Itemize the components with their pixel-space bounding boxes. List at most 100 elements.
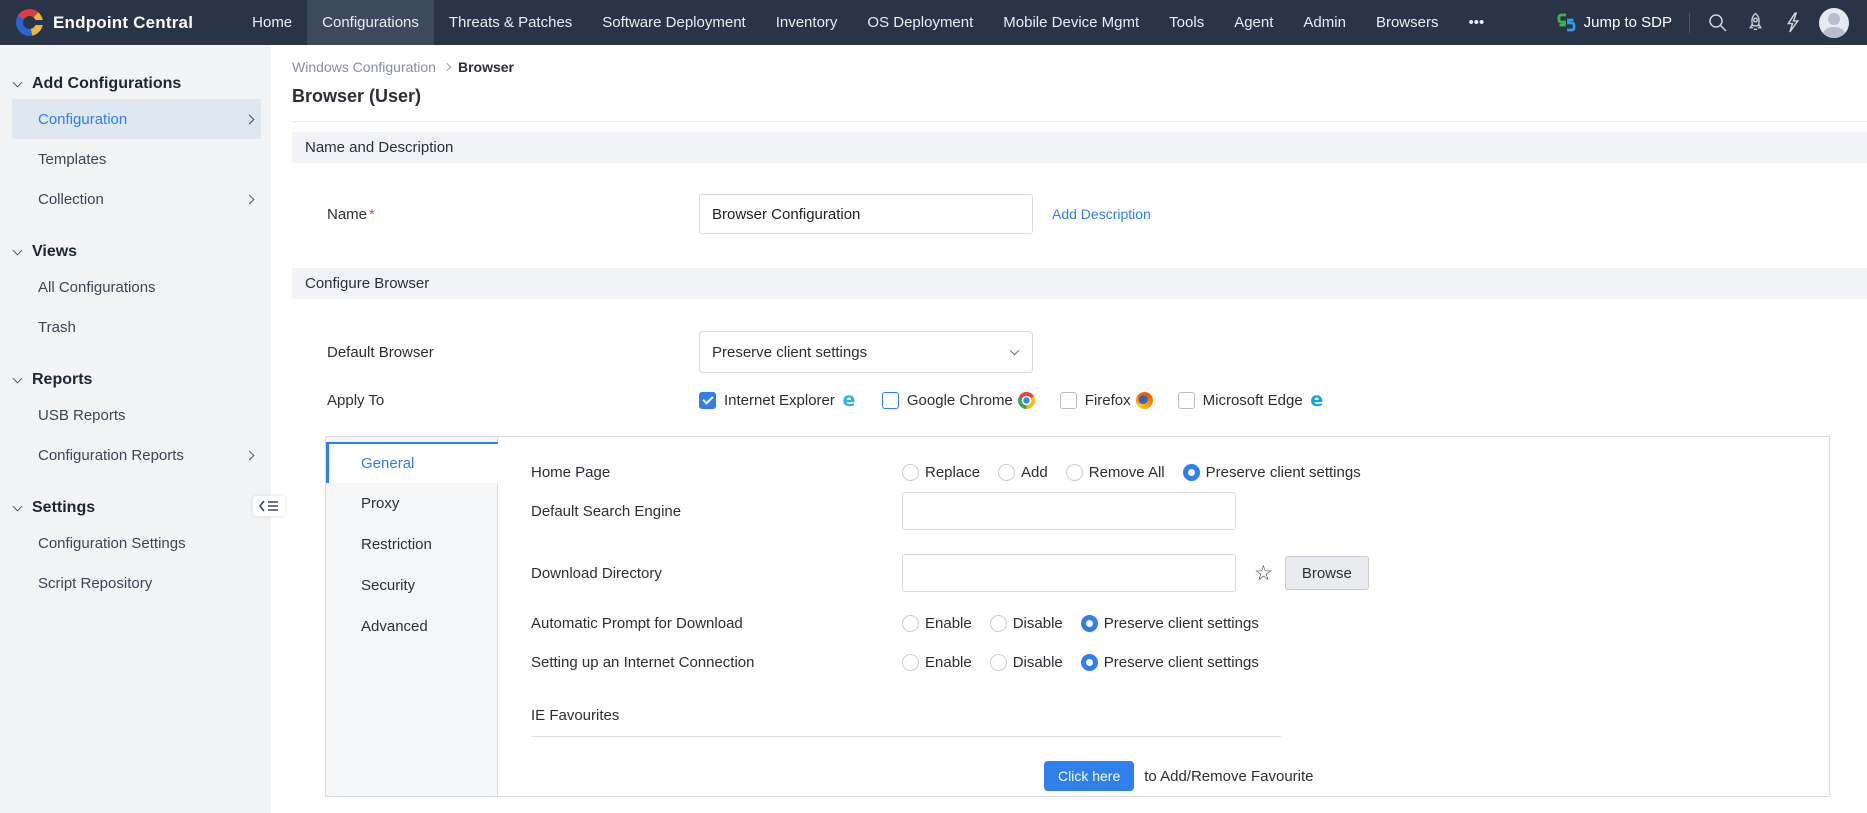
quick-actions-lightning-icon[interactable] bbox=[1783, 12, 1802, 33]
default-browser-label: Default Browser bbox=[327, 344, 699, 361]
radio-selected-icon bbox=[1081, 654, 1098, 671]
radio-disable[interactable]: Disable bbox=[990, 615, 1063, 632]
radio-enable[interactable]: Enable bbox=[902, 615, 972, 632]
sidebar-section-settings: Settings Configuration Settings Script R… bbox=[0, 493, 271, 603]
radio-add[interactable]: Add bbox=[998, 464, 1048, 481]
download-directory-row: Download Directory ☆ Browse bbox=[531, 554, 1829, 592]
nav-right-controls: Jump to SDP bbox=[1557, 0, 1867, 45]
nav-item-tools[interactable]: Tools bbox=[1154, 0, 1219, 45]
radio-preserve-client-settings[interactable]: Preserve client settings bbox=[1081, 615, 1259, 632]
user-avatar[interactable] bbox=[1819, 8, 1849, 38]
nav-item-home[interactable]: Home bbox=[237, 0, 307, 45]
radio-label: Preserve client settings bbox=[1206, 464, 1361, 481]
checkbox-unchecked-icon bbox=[1060, 392, 1077, 409]
name-row: Name* Add Description bbox=[292, 194, 1867, 234]
checkbox-internet-explorer[interactable]: Internet Explorer e bbox=[699, 391, 858, 409]
checkbox-microsoft-edge[interactable]: Microsoft Edge e bbox=[1178, 391, 1326, 409]
nav-item-admin[interactable]: Admin bbox=[1288, 0, 1361, 45]
nav-item-inventory[interactable]: Inventory bbox=[761, 0, 853, 45]
name-label-text: Name bbox=[327, 206, 367, 223]
checkbox-google-chrome[interactable]: Google Chrome bbox=[882, 391, 1036, 409]
title-divider bbox=[292, 121, 1867, 122]
add-description-link[interactable]: Add Description bbox=[1052, 206, 1151, 222]
internet-explorer-icon: e bbox=[840, 391, 858, 409]
checkbox-unchecked-icon bbox=[1178, 392, 1195, 409]
radio-selected-icon bbox=[1081, 615, 1098, 632]
radio-unselected-icon bbox=[902, 464, 919, 481]
sidebar-item-configuration-reports[interactable]: Configuration Reports bbox=[0, 435, 271, 475]
sidebar-item-configuration-settings[interactable]: Configuration Settings bbox=[0, 523, 271, 563]
automatic-prompt-radio-group: Enable Disable Preserve client settings bbox=[902, 615, 1259, 632]
nav-item-os-deployment[interactable]: OS Deployment bbox=[852, 0, 988, 45]
nav-item-configurations[interactable]: Configurations bbox=[307, 0, 434, 45]
breadcrumb: Windows Configuration Browser bbox=[292, 59, 1867, 75]
sidebar-header-label: Add Configurations bbox=[32, 75, 181, 93]
sidebar-item-label: Script Repository bbox=[38, 575, 152, 592]
radio-selected-icon bbox=[1183, 464, 1200, 481]
tab-restriction[interactable]: Restriction bbox=[326, 524, 497, 565]
sidebar-item-templates[interactable]: Templates bbox=[0, 139, 271, 179]
favourite-star-icon[interactable]: ☆ bbox=[1254, 563, 1273, 584]
radio-disable[interactable]: Disable bbox=[990, 654, 1063, 671]
breadcrumb-parent[interactable]: Windows Configuration bbox=[292, 59, 436, 75]
checkbox-label: Firefox bbox=[1085, 392, 1131, 409]
sidebar-item-configuration[interactable]: Configuration bbox=[12, 99, 261, 139]
required-asterisk: * bbox=[369, 206, 375, 223]
nav-item-agent[interactable]: Agent bbox=[1219, 0, 1288, 45]
chevron-right-icon bbox=[245, 194, 255, 204]
name-input[interactable] bbox=[699, 194, 1033, 234]
tab-security[interactable]: Security bbox=[326, 565, 497, 606]
nav-divider bbox=[1689, 13, 1690, 33]
nav-item-browsers[interactable]: Browsers bbox=[1361, 0, 1454, 45]
sidebar-item-usb-reports[interactable]: USB Reports bbox=[0, 395, 271, 435]
download-directory-input[interactable] bbox=[902, 554, 1236, 592]
radio-preserve-client-settings[interactable]: Preserve client settings bbox=[1183, 464, 1361, 481]
nav-item-mobile-device-mgmt[interactable]: Mobile Device Mgmt bbox=[988, 0, 1154, 45]
radio-unselected-icon bbox=[902, 615, 919, 632]
jump-to-sdp-button[interactable]: Jump to SDP bbox=[1557, 13, 1672, 32]
checkbox-label: Internet Explorer bbox=[724, 392, 835, 409]
nav-item-software-deployment[interactable]: Software Deployment bbox=[587, 0, 760, 45]
browse-button[interactable]: Browse bbox=[1285, 556, 1369, 590]
checkbox-unchecked-icon bbox=[882, 392, 899, 409]
radio-label: Remove All bbox=[1089, 464, 1165, 481]
sidebar-item-trash[interactable]: Trash bbox=[0, 307, 271, 347]
nav-more-menu[interactable]: ••• bbox=[1453, 0, 1499, 45]
checkbox-firefox[interactable]: Firefox bbox=[1060, 391, 1154, 409]
internet-connection-row: Setting up an Internet Connection Enable… bbox=[531, 649, 1829, 675]
sidebar-collapse-button[interactable] bbox=[253, 496, 285, 516]
tab-advanced[interactable]: Advanced bbox=[326, 606, 497, 647]
whats-new-rocket-icon[interactable] bbox=[1745, 12, 1766, 33]
sidebar-item-all-configurations[interactable]: All Configurations bbox=[0, 267, 271, 307]
radio-preserve-client-settings[interactable]: Preserve client settings bbox=[1081, 654, 1259, 671]
search-icon[interactable] bbox=[1707, 12, 1728, 33]
download-directory-label: Download Directory bbox=[531, 565, 902, 582]
radio-label: Add bbox=[1021, 464, 1048, 481]
firefox-icon bbox=[1136, 391, 1154, 409]
radio-replace[interactable]: Replace bbox=[902, 464, 980, 481]
tab-proxy[interactable]: Proxy bbox=[326, 483, 497, 524]
sidebar-item-script-repository[interactable]: Script Repository bbox=[0, 563, 271, 603]
sidebar-header-add-configurations[interactable]: Add Configurations bbox=[0, 69, 271, 99]
radio-remove-all[interactable]: Remove All bbox=[1066, 464, 1165, 481]
sidebar-item-label: Configuration Reports bbox=[38, 447, 184, 464]
radio-enable[interactable]: Enable bbox=[902, 654, 972, 671]
brand[interactable]: Endpoint Central bbox=[0, 0, 211, 45]
endpoint-central-logo-icon bbox=[16, 9, 43, 36]
nav-item-threats-patches[interactable]: Threats & Patches bbox=[434, 0, 587, 45]
sidebar-section-add-configurations: Add Configurations Configuration Templat… bbox=[0, 69, 271, 219]
collapse-sidebar-icon bbox=[257, 498, 281, 514]
sidebar-header-reports[interactable]: Reports bbox=[0, 365, 271, 395]
default-browser-select[interactable]: Preserve client settings bbox=[699, 331, 1033, 373]
breadcrumb-separator-icon bbox=[443, 63, 451, 71]
sidebar-header-views[interactable]: Views bbox=[0, 237, 271, 267]
chevron-down-icon bbox=[13, 246, 23, 256]
microsoft-edge-icon: e bbox=[1308, 391, 1326, 409]
tab-general[interactable]: General bbox=[326, 442, 498, 483]
default-browser-selected-value: Preserve client settings bbox=[712, 344, 867, 361]
sidebar-item-collection[interactable]: Collection bbox=[0, 179, 271, 219]
sidebar-header-settings[interactable]: Settings bbox=[0, 493, 271, 523]
checkbox-checked-icon bbox=[699, 392, 716, 409]
click-here-button[interactable]: Click here bbox=[1044, 761, 1134, 791]
default-search-engine-input[interactable] bbox=[902, 492, 1236, 530]
